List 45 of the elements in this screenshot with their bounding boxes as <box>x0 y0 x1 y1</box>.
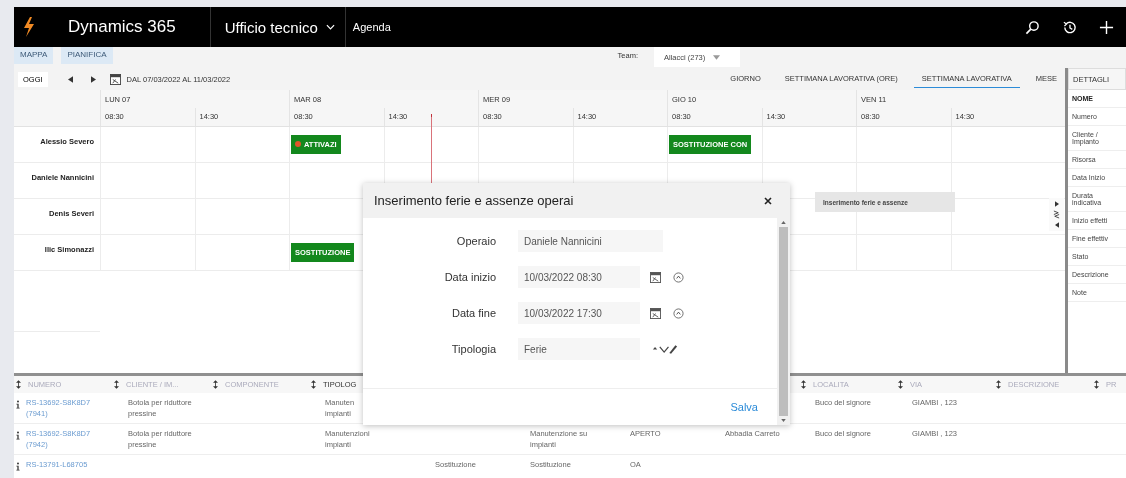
lookup-controls-icon[interactable] <box>652 342 678 356</box>
caret-down-icon <box>713 54 721 60</box>
sort-icon[interactable] <box>1094 380 1099 389</box>
sort-icon[interactable] <box>114 380 119 389</box>
info-icon[interactable] <box>16 431 20 440</box>
collapse-icon[interactable] <box>1054 222 1059 228</box>
info-icon[interactable] <box>16 462 20 471</box>
next-icon[interactable] <box>90 75 96 83</box>
scroll-up-icon[interactable] <box>781 221 786 224</box>
dialog-title: Inserimento ferie e assenze operai <box>374 193 574 208</box>
save-link[interactable]: Salva <box>724 400 764 414</box>
scroll-down-icon[interactable] <box>781 419 786 422</box>
sort-icon[interactable] <box>213 380 218 389</box>
chevron-down-icon <box>325 24 335 30</box>
field-label: Operaio <box>455 235 496 247</box>
history-icon[interactable] <box>1062 19 1077 35</box>
calendar-icon[interactable] <box>650 307 661 319</box>
calendar-icon[interactable] <box>650 271 661 283</box>
area-selector[interactable]: Ufficio tecnico <box>210 18 345 36</box>
field-label: Tipologia <box>450 343 496 355</box>
alert-dot-icon <box>295 141 301 147</box>
sort-icon[interactable] <box>801 380 806 389</box>
add-icon[interactable] <box>1099 19 1114 35</box>
page-title[interactable]: Agenda <box>352 21 391 33</box>
field-label: Data fine <box>450 307 496 319</box>
lightning-logo-icon <box>23 17 35 37</box>
calendar-icon[interactable] <box>109 73 121 85</box>
scrollbar[interactable] <box>777 218 790 425</box>
sort-icon[interactable] <box>16 380 21 389</box>
previous-icon[interactable] <box>67 75 73 83</box>
field-label: Data inizio <box>443 271 496 283</box>
sort-icon[interactable] <box>311 380 316 389</box>
sort-icon[interactable] <box>996 380 1001 389</box>
close-icon[interactable] <box>764 196 772 205</box>
input-field: Daniele Nannicini <box>518 230 663 252</box>
search-icon[interactable] <box>1025 19 1040 35</box>
tab[interactable]: PIANIFICA <box>61 47 113 64</box>
tab[interactable]: MAPPA <box>14 47 54 64</box>
expand-icon[interactable] <box>1054 201 1059 207</box>
app-name[interactable]: Dynamics 365 <box>68 17 176 37</box>
input-field[interactable]: 10/03/2022 08:30 <box>518 266 640 288</box>
input-field[interactable]: Ferie <box>518 338 640 360</box>
info-icon[interactable] <box>16 400 20 409</box>
input-field[interactable]: 10/03/2022 17:30 <box>518 302 640 324</box>
sort-icon[interactable] <box>898 380 903 389</box>
